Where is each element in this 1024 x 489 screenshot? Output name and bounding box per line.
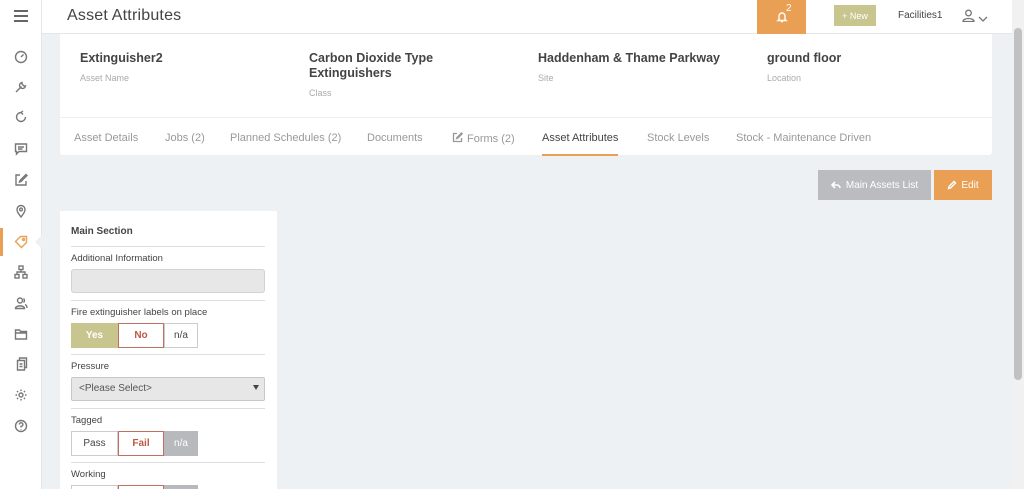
asset-name-label: Asset Name xyxy=(80,73,130,83)
contacts-icon[interactable] xyxy=(14,296,28,310)
working-toggle xyxy=(71,485,198,489)
caret-down-icon xyxy=(253,385,259,390)
hamburger-menu-icon[interactable] xyxy=(14,10,28,22)
main-assets-list-button[interactable]: Main Assets List xyxy=(818,170,931,200)
refresh-icon[interactable] xyxy=(14,110,28,124)
gear-icon[interactable] xyxy=(14,388,28,402)
asset-summary-card: Extinguisher2 Asset Name Carbon Dioxide … xyxy=(60,34,992,156)
labels-on-place-toggle: Yes No n/a xyxy=(71,323,198,348)
tab-stock-maintenance-driven[interactable]: Stock - Maintenance Driven xyxy=(736,132,871,156)
chevron-down-icon[interactable] xyxy=(978,11,988,22)
hierarchy-icon[interactable] xyxy=(14,265,28,279)
tab-asset-attributes[interactable]: Asset Attributes xyxy=(542,132,619,156)
folder-icon[interactable] xyxy=(14,327,28,341)
labels-yes-option[interactable]: Yes xyxy=(71,323,118,348)
asset-location-block: ground floor Location xyxy=(767,51,967,83)
section-title: Main Section xyxy=(71,226,133,237)
attributes-panel: Main Section Additional Information Fire… xyxy=(60,211,277,489)
asset-name-block: Extinguisher2 Asset Name xyxy=(80,51,280,83)
working-option-1[interactable] xyxy=(71,485,118,489)
working-label: Working xyxy=(71,469,106,480)
tagged-label: Tagged xyxy=(71,415,103,426)
asset-class-label: Class xyxy=(309,88,332,98)
asset-site-value: Haddenham & Thame Parkway xyxy=(538,51,721,65)
dashboard-icon[interactable] xyxy=(14,50,28,64)
tagged-pass-option[interactable]: Pass xyxy=(71,431,118,456)
notifications-button[interactable]: 2 xyxy=(757,0,806,34)
user-name[interactable]: Facilities1 xyxy=(898,10,942,21)
tagged-na-option[interactable]: n/a xyxy=(164,431,198,456)
working-option-3[interactable] xyxy=(164,485,198,489)
additional-info-label: Additional Information xyxy=(71,253,163,264)
pressure-select-value: <Please Select> xyxy=(79,383,152,394)
edit-icon[interactable] xyxy=(14,173,28,187)
new-button[interactable]: + New xyxy=(834,5,876,26)
labels-no-option[interactable]: No xyxy=(118,323,164,348)
documents-icon[interactable] xyxy=(14,357,28,371)
divider xyxy=(71,246,265,247)
pencil-icon xyxy=(947,180,957,190)
labels-na-option[interactable]: n/a xyxy=(164,323,198,348)
sidebar xyxy=(0,0,43,489)
asset-site-block: Haddenham & Thame Parkway Site xyxy=(538,51,738,83)
asset-name-value: Extinguisher2 xyxy=(80,51,163,65)
asset-site-label: Site xyxy=(538,73,554,83)
asset-tabs: Asset Details Jobs (2) Planned Schedules… xyxy=(60,117,992,156)
tab-forms[interactable]: Forms (2) xyxy=(452,132,515,156)
pressure-label: Pressure xyxy=(71,361,110,372)
labels-on-place-label: Fire extinguisher labels on place xyxy=(71,307,208,318)
divider xyxy=(71,354,265,355)
working-option-2[interactable] xyxy=(118,485,164,489)
tagged-fail-option[interactable]: Fail xyxy=(118,431,164,456)
tab-jobs[interactable]: Jobs (2) xyxy=(165,132,205,156)
edit-icon xyxy=(452,132,464,143)
tab-planned-schedules[interactable]: Planned Schedules (2) xyxy=(230,132,341,156)
asset-location-value: ground floor xyxy=(767,51,842,65)
topbar: Asset Attributes 2 + New Facilities1 xyxy=(42,0,1012,34)
back-arrow-icon xyxy=(830,181,841,189)
chat-icon[interactable] xyxy=(14,142,28,156)
page-scrollbar[interactable] xyxy=(1012,0,1024,489)
tag-icon[interactable] xyxy=(14,235,28,249)
main-assets-list-label: Main Assets List xyxy=(845,179,919,191)
tab-documents[interactable]: Documents xyxy=(367,132,423,156)
user-icon[interactable] xyxy=(962,9,975,23)
help-icon[interactable] xyxy=(14,419,28,433)
tab-forms-label: Forms (2) xyxy=(467,133,515,145)
page-title: Asset Attributes xyxy=(67,7,182,24)
divider xyxy=(71,300,265,301)
edit-button[interactable]: Edit xyxy=(934,170,992,200)
scrollbar-thumb[interactable] xyxy=(1014,28,1022,380)
divider xyxy=(71,462,265,463)
divider xyxy=(71,408,265,409)
edit-label: Edit xyxy=(961,179,979,191)
asset-location-label: Location xyxy=(767,73,802,83)
location-pin-icon[interactable] xyxy=(14,204,28,218)
tab-stock-levels[interactable]: Stock Levels xyxy=(647,132,709,156)
asset-class-block: Carbon Dioxide Type Extinguishers Class xyxy=(309,51,489,98)
asset-class-value: Carbon Dioxide Type Extinguishers xyxy=(309,51,434,80)
notification-count: 2 xyxy=(786,3,792,14)
wrench-icon[interactable] xyxy=(14,80,28,94)
tagged-toggle: Pass Fail n/a xyxy=(71,431,198,456)
additional-info-input[interactable] xyxy=(71,269,265,293)
pressure-select[interactable]: <Please Select> xyxy=(71,377,265,401)
tab-asset-details[interactable]: Asset Details xyxy=(74,132,138,156)
